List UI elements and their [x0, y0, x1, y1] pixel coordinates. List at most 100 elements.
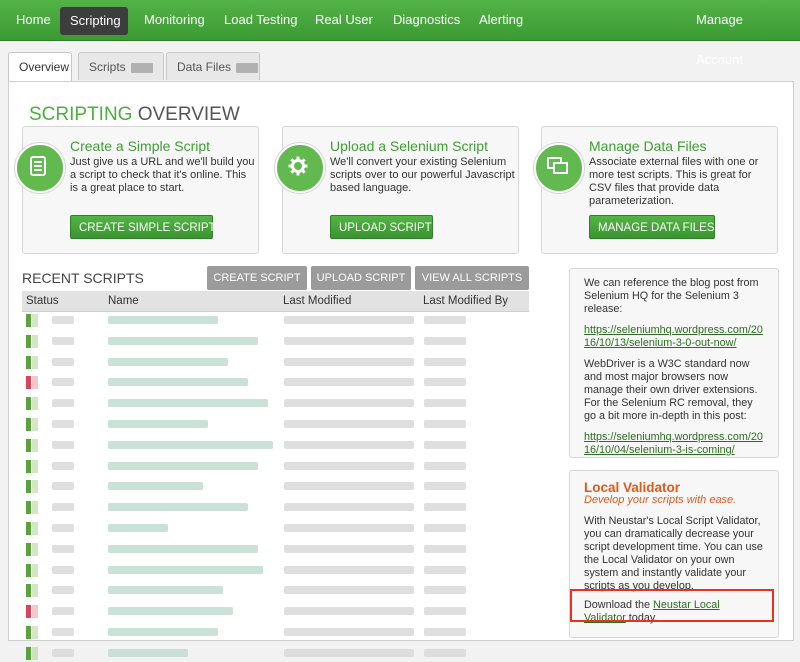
table-row[interactable]	[22, 373, 529, 391]
top-nav: Home Scripting Monitoring Load Testing R…	[0, 0, 800, 67]
table-row[interactable]	[22, 581, 529, 599]
table-row[interactable]	[22, 540, 529, 558]
card-text: Associate external files with one or mor…	[589, 156, 759, 207]
column-header-status[interactable]: Status	[26, 291, 59, 311]
redacted-date	[284, 607, 414, 616]
status-history-indicator	[32, 397, 38, 411]
tab-data-files[interactable]: Data Files	[166, 52, 260, 80]
redacted-user	[424, 461, 466, 470]
status-history-indicator	[32, 563, 38, 577]
column-header-last-modified[interactable]: Last Modified	[283, 291, 351, 311]
status-ok-indicator	[26, 522, 31, 535]
redacted-user	[424, 607, 466, 616]
nav-home[interactable]: Home	[6, 0, 61, 40]
table-row[interactable]	[22, 415, 529, 433]
redacted-cell	[52, 524, 74, 532]
status-history-indicator	[32, 646, 38, 660]
table-row[interactable]	[22, 561, 529, 579]
nav-load-testing[interactable]: Load Testing	[214, 0, 308, 40]
redacted-name	[108, 399, 268, 408]
recent-scripts-title: RECENT SCRIPTS	[22, 270, 144, 286]
redacted-cell	[52, 628, 74, 636]
redacted-date	[284, 336, 414, 345]
table-row[interactable]	[22, 477, 529, 495]
redacted-date	[284, 420, 414, 428]
card-text: Just give us a URL and we'll build you a…	[70, 156, 255, 194]
document-icon	[15, 143, 65, 193]
status-ok-indicator	[26, 563, 31, 577]
redacted-user	[424, 503, 466, 512]
redacted-cell	[52, 378, 74, 387]
status-ok-indicator	[26, 542, 31, 556]
blog-link-selenium-3-coming[interactable]: https://seleniumhq.wordpress.com/2016/10…	[584, 431, 763, 456]
table-row[interactable]	[22, 353, 529, 371]
nav-real-user[interactable]: Real User	[305, 0, 383, 40]
table-row[interactable]	[22, 644, 529, 662]
card-title: Manage Data Files	[589, 138, 707, 154]
status-ok-indicator	[26, 501, 31, 515]
status-history-indicator	[32, 334, 38, 348]
gear-icon	[275, 143, 325, 193]
redacted-user	[424, 420, 466, 428]
redacted-cell	[52, 607, 74, 616]
redacted-cell	[52, 482, 74, 491]
redacted-cell	[52, 648, 74, 657]
nav-diagnostics[interactable]: Diagnostics	[383, 0, 470, 40]
status-history-indicator	[32, 501, 38, 515]
table-row[interactable]	[22, 498, 529, 516]
status-failed-indicator	[26, 376, 31, 390]
redacted-date	[284, 544, 414, 553]
redacted-name	[108, 378, 248, 387]
status-history-indicator	[32, 314, 38, 327]
redacted-name	[108, 482, 203, 491]
redacted-date	[284, 357, 414, 366]
upload-script-button[interactable]: UPLOAD SCRIPT	[330, 215, 433, 239]
table-row[interactable]	[22, 311, 529, 329]
tab-scripts-label: Scripts	[89, 60, 126, 74]
create-simple-script-button[interactable]: CREATE SIMPLE SCRIPT	[70, 215, 216, 239]
redacted-name	[108, 336, 258, 345]
tab-scripts[interactable]: Scripts	[78, 52, 164, 80]
create-script-button[interactable]: CREATE SCRIPT	[207, 266, 307, 290]
redacted-name	[108, 586, 223, 595]
nav-alerting[interactable]: Alerting	[469, 0, 533, 40]
nav-monitoring[interactable]: Monitoring	[134, 0, 215, 40]
tab-data-files-label: Data Files	[177, 60, 232, 74]
upload-script-button-secondary[interactable]: UPLOAD SCRIPT	[311, 266, 411, 290]
status-ok-indicator	[26, 355, 31, 369]
status-failed-indicator	[26, 605, 31, 619]
status-ok-indicator	[26, 418, 31, 431]
blog-link-selenium-3-out[interactable]: https://seleniumhq.wordpress.com/2016/10…	[584, 324, 763, 349]
page-title-highlight: SCRIPTING	[29, 104, 133, 125]
status-ok-indicator	[26, 626, 31, 639]
redacted-user	[424, 628, 466, 636]
redacted-date	[284, 565, 414, 574]
redacted-name	[108, 524, 168, 532]
table-row[interactable]	[22, 602, 529, 620]
table-row[interactable]	[22, 394, 529, 412]
manage-data-files-button[interactable]: MANAGE DATA FILES	[589, 215, 715, 239]
redacted-date	[284, 503, 414, 512]
main-panel: SCRIPTING OVERVIEW Create a Simple Scrip…	[8, 81, 794, 660]
nav-manage-account[interactable]: Manage Account	[686, 0, 800, 67]
view-all-scripts-button[interactable]: VIEW ALL SCRIPTS	[415, 266, 529, 290]
status-history-indicator	[32, 542, 38, 556]
status-ok-indicator	[26, 459, 31, 473]
highlight-box	[570, 589, 774, 622]
table-row[interactable]	[22, 332, 529, 350]
redacted-date	[284, 524, 414, 532]
page-title-rest: OVERVIEW	[132, 104, 240, 125]
column-header-last-modified-by[interactable]: Last Modified By	[423, 291, 508, 311]
table-row[interactable]	[22, 623, 529, 641]
table-row[interactable]	[22, 436, 529, 454]
local-validator-subtitle: Develop your scripts with ease.	[584, 494, 737, 506]
table-row[interactable]	[22, 519, 529, 537]
column-header-name[interactable]: Name	[108, 291, 139, 311]
redacted-cell	[52, 503, 74, 512]
status-history-indicator	[32, 522, 38, 535]
status-history-indicator	[32, 480, 38, 494]
redacted-name	[108, 503, 248, 512]
nav-scripting[interactable]: Scripting	[60, 7, 128, 35]
tab-overview[interactable]: Overview	[8, 52, 72, 82]
table-row[interactable]	[22, 457, 529, 475]
